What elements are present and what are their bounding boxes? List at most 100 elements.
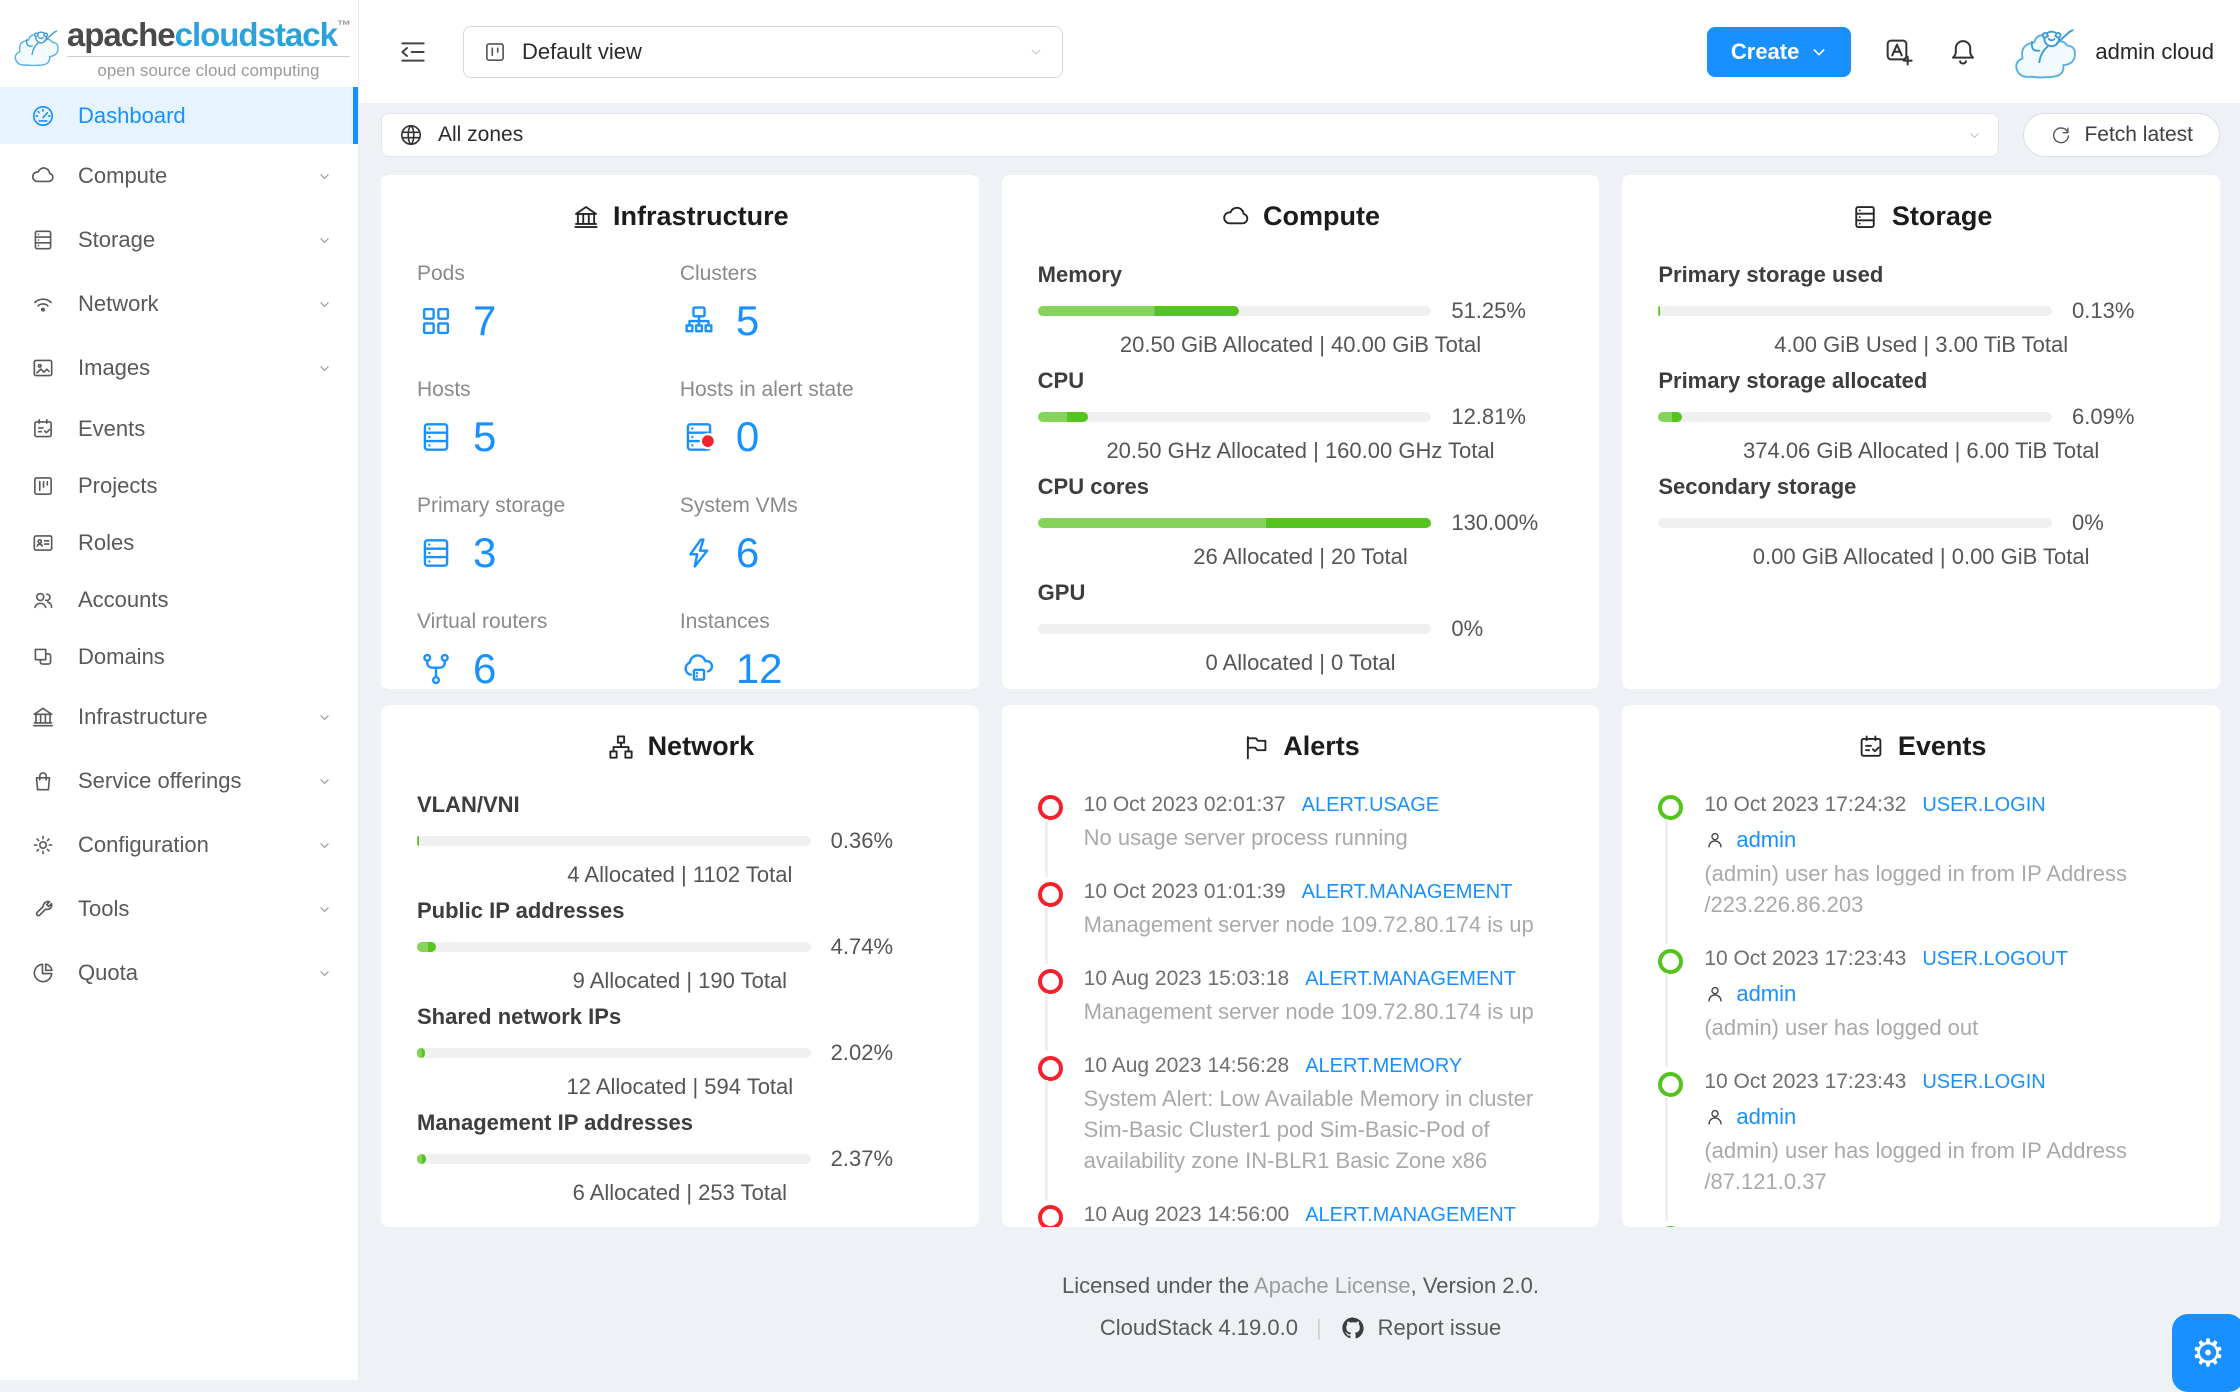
- metric-gpu: GPU 0% 0 Allocated | 0 Total: [1037, 580, 1484, 675]
- stat-system-vms[interactable]: System VMs 6: [680, 494, 943, 574]
- sidebar-item-network[interactable]: Network: [0, 272, 358, 336]
- create-button-label: Create: [1730, 38, 1800, 64]
- alert-tag-link[interactable]: ALERT.USAGE: [1302, 792, 1439, 818]
- event-tag-link[interactable]: USER.LOGOUT: [1922, 1223, 2068, 1227]
- create-button[interactable]: Create: [1706, 26, 1852, 77]
- events-timeline: 10 Oct 2023 17:24:32 USER.LOGIN admin (ad…: [1658, 792, 2184, 1227]
- stat-clusters[interactable]: Clusters 5: [680, 262, 943, 342]
- stat-hosts-alert[interactable]: Hosts in alert state 0: [680, 378, 943, 458]
- event-tag-link[interactable]: USER.LOGOUT: [1922, 946, 2068, 972]
- progress-track: [1658, 518, 2052, 528]
- sidebar-item-label: Network: [78, 291, 159, 316]
- stat-virtual-routers[interactable]: Virtual routers 6: [417, 610, 680, 689]
- top-header: Default view Create admin cloud: [359, 0, 2240, 103]
- chevron-down-icon: [320, 842, 329, 848]
- alert-tag-link[interactable]: ALERT.MEMORY: [1305, 1053, 1462, 1079]
- sidebar-nav: Dashboard Compute Storage Network Images: [0, 87, 358, 1005]
- menu-fold-icon[interactable]: [397, 36, 429, 68]
- alert-tag-link[interactable]: ALERT.MANAGEMENT: [1302, 879, 1513, 905]
- event-tag-link[interactable]: USER.LOGIN: [1922, 1069, 2045, 1095]
- sidebar-item-label: Configuration: [78, 832, 209, 857]
- event-user-link[interactable]: admin: [1736, 1103, 1796, 1131]
- sidebar-item-accounts[interactable]: Accounts: [0, 571, 358, 628]
- database-icon: [1855, 205, 1875, 228]
- progress-track: [1037, 412, 1432, 422]
- monkey-cloud-logo-icon: [14, 29, 59, 66]
- apache-license-link[interactable]: Apache License: [1254, 1273, 1411, 1298]
- sidebar-item-quota[interactable]: Quota: [0, 941, 358, 1005]
- alert-message: Management server node 109.72.80.174 is …: [1083, 912, 1534, 937]
- pods-icon: [422, 307, 450, 335]
- event-message: (admin) user has logged in from IP Addre…: [1704, 861, 2128, 917]
- brand-cloudstack: cloudstack: [174, 16, 338, 53]
- sidebar-item-label: Roles: [78, 529, 135, 555]
- alert-tag-link[interactable]: ALERT.MANAGEMENT: [1305, 966, 1516, 992]
- shopping-bag-icon: [35, 772, 51, 791]
- sidebar-item-tools[interactable]: Tools: [0, 877, 358, 941]
- metric-management-ips: Management IP addresses 2.37% 6 Allocate…: [417, 1110, 894, 1205]
- alert-item: 10 Oct 2023 01:01:39 ALERT.MANAGEMENT Man…: [1037, 879, 1564, 964]
- network-card-title: Network: [417, 731, 943, 762]
- sidebar-item-label: Service offerings: [78, 768, 242, 793]
- metric-primary-storage-used: Primary storage used 0.13% 4.00 GiB Used…: [1658, 262, 2135, 357]
- primary-storage-icon: [423, 539, 449, 567]
- sidebar-item-configuration[interactable]: Configuration: [0, 813, 358, 877]
- bell-icon[interactable]: [1947, 36, 1979, 68]
- bank-icon: [574, 205, 598, 228]
- header-actions: Create admin cloud: [1706, 20, 2214, 84]
- chevron-down-icon: [320, 365, 329, 371]
- sidebar-item-storage[interactable]: Storage: [0, 208, 358, 272]
- fetch-latest-label: Fetch latest: [2084, 123, 2193, 146]
- dashboard-content: All zones Fetch latest Infrastructure Po…: [359, 103, 2240, 1380]
- zone-selector[interactable]: All zones: [381, 113, 2000, 157]
- sidebar-item-events[interactable]: Events: [0, 400, 358, 457]
- alert-date: 10 Aug 2023 14:56:28: [1083, 1054, 1290, 1077]
- sidebar-item-projects[interactable]: Projects: [0, 457, 358, 514]
- sidebar-item-dashboard[interactable]: Dashboard: [0, 87, 358, 144]
- sidebar-item-label: Compute: [78, 163, 168, 188]
- idcard-icon: [33, 534, 53, 551]
- calendar-check-icon: [1860, 734, 1882, 757]
- user-menu[interactable]: admin cloud: [2011, 20, 2214, 84]
- sidebar-item-label: Accounts: [78, 586, 169, 612]
- stat-primary-storage[interactable]: Primary storage 3: [417, 494, 680, 574]
- view-selector[interactable]: Default view: [463, 25, 1063, 78]
- progress-track: [1037, 624, 1432, 634]
- progress-fill: [1658, 412, 1683, 422]
- settings-fab-button[interactable]: ⚙: [2172, 1314, 2240, 1392]
- sidebar-item-compute[interactable]: Compute: [0, 144, 358, 208]
- sidebar-item-domains[interactable]: Domains: [0, 628, 358, 685]
- brand-logo[interactable]: apachecloudstack™ open source cloud comp…: [0, 0, 358, 87]
- fetch-latest-button[interactable]: Fetch latest: [2023, 113, 2220, 157]
- wrench-icon: [35, 900, 53, 917]
- metric-shared-network-ips: Shared network IPs 2.02% 12 Allocated | …: [417, 1004, 894, 1099]
- sidebar-item-label: Projects: [78, 472, 158, 498]
- sidebar-item-service-offerings[interactable]: Service offerings: [0, 749, 358, 813]
- sidebar-item-roles[interactable]: Roles: [0, 514, 358, 571]
- sidebar-item-label: Dashboard: [78, 102, 186, 128]
- sidebar-item-images[interactable]: Images: [0, 336, 358, 400]
- event-user-link[interactable]: admin: [1736, 826, 1796, 854]
- sidebar-item-infrastructure[interactable]: Infrastructure: [0, 685, 358, 749]
- bank-icon: [32, 707, 54, 727]
- footer-divider: |: [1315, 1315, 1322, 1340]
- block-icon: [34, 648, 52, 665]
- storage-card-title: Storage: [1658, 201, 2184, 232]
- storage-card: Storage Primary storage used 0.13% 4.00 …: [1622, 175, 2220, 689]
- progress-fill: [1037, 306, 1240, 316]
- user-icon: [1708, 986, 1722, 1002]
- stat-hosts[interactable]: Hosts 5: [417, 378, 680, 458]
- report-issue-link[interactable]: Report issue: [1378, 1315, 1502, 1341]
- translate-icon[interactable]: [1883, 36, 1915, 68]
- sidebar-item-label: Tools: [78, 896, 130, 921]
- alert-tag-link[interactable]: ALERT.MANAGEMENT: [1305, 1202, 1516, 1227]
- stat-pods[interactable]: Pods 7: [417, 262, 680, 342]
- user-name: admin cloud: [2095, 38, 2214, 64]
- stat-instances[interactable]: Instances 12: [680, 610, 943, 689]
- event-user-link[interactable]: admin: [1736, 980, 1796, 1008]
- zone-selector-value: All zones: [438, 123, 524, 146]
- metric-memory: Memory 51.25% 20.50 GiB Allocated | 40.0…: [1037, 262, 1526, 357]
- event-tag-link[interactable]: USER.LOGIN: [1922, 792, 2045, 818]
- chevron-down-icon: [320, 714, 329, 720]
- sidebar-item-label: Domains: [78, 643, 165, 669]
